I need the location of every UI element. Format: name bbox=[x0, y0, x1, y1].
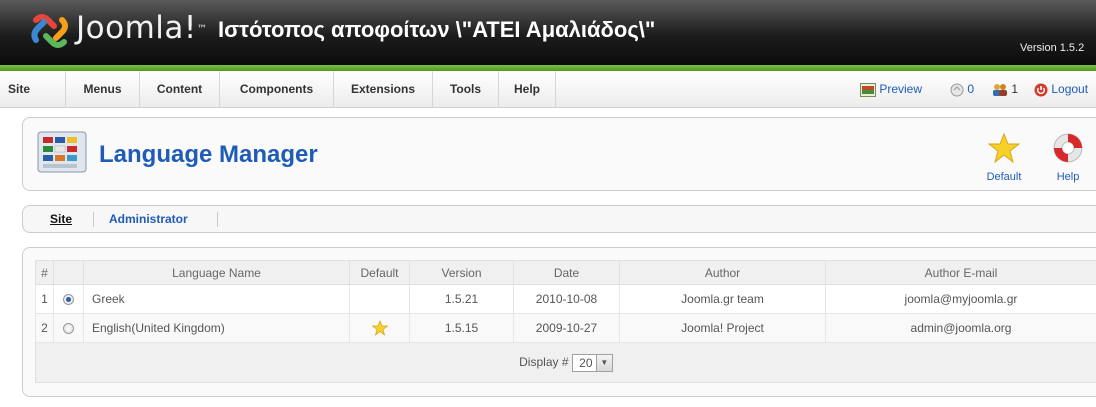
default-button[interactable]: Default bbox=[980, 132, 1028, 183]
joomla-brand: Joomla!™ bbox=[76, 10, 208, 46]
star-icon bbox=[987, 132, 1021, 164]
tab-administrator[interactable]: Administrator bbox=[109, 206, 188, 232]
tab-site[interactable]: Site bbox=[50, 206, 72, 232]
row-number: 1 bbox=[35, 284, 54, 314]
email-cell: joomla@myjoomla.gr bbox=[825, 284, 1096, 314]
column-header-author[interactable]: Author bbox=[619, 260, 826, 285]
email-cell: admin@joomla.org bbox=[825, 313, 1096, 343]
row-select-radio[interactable] bbox=[53, 284, 84, 314]
radio-button[interactable] bbox=[63, 294, 74, 306]
column-header-select bbox=[53, 260, 84, 285]
menu-components[interactable]: Components bbox=[220, 71, 334, 108]
version-cell: 1.5.15 bbox=[409, 313, 514, 343]
messages-icon bbox=[950, 83, 964, 97]
author-cell: Joomla! Project bbox=[619, 313, 826, 343]
column-header-default[interactable]: Default bbox=[349, 260, 410, 285]
date-cell: 2010-10-08 bbox=[513, 284, 620, 314]
default-cell[interactable] bbox=[349, 284, 410, 314]
header-bar: Joomla!™ Ιστότοπος αποφοίτων \"ΑΤΕΙ Αμαλ… bbox=[0, 0, 1096, 65]
radio-button[interactable] bbox=[63, 323, 74, 335]
row-select-radio[interactable] bbox=[53, 313, 84, 343]
display-label: Display # bbox=[519, 354, 569, 369]
column-header-date[interactable]: Date bbox=[513, 260, 620, 285]
version-label: Version 1.5.2 bbox=[1020, 42, 1085, 54]
menu-menus[interactable]: Menus bbox=[66, 71, 140, 108]
language-name: English(United Kingdom) bbox=[83, 313, 350, 343]
column-header-language-name[interactable]: Language Name bbox=[83, 260, 350, 285]
date-cell: 2009-10-27 bbox=[513, 313, 620, 343]
users-status[interactable]: 1 bbox=[992, 71, 1018, 108]
messages-status[interactable]: 0 bbox=[950, 71, 974, 108]
preview-link[interactable]: Preview bbox=[860, 71, 922, 108]
submenu-divider bbox=[93, 212, 94, 227]
preview-icon bbox=[860, 82, 876, 97]
toolbar-panel: Language Manager Default Help bbox=[22, 117, 1096, 191]
site-title: Ιστότοπος αποφοίτων \"ΑΤΕΙ Αμαλιάδος\" bbox=[218, 17, 656, 42]
table-row: 2 English(United Kingdom) 1.5.15 2009-10… bbox=[35, 313, 1096, 343]
column-header-author-email[interactable]: Author E-mail bbox=[825, 260, 1096, 285]
default-star-icon bbox=[370, 319, 389, 336]
default-cell[interactable] bbox=[349, 313, 410, 343]
row-number: 2 bbox=[35, 313, 54, 343]
language-manager-icon bbox=[37, 131, 87, 173]
submenu-divider bbox=[217, 212, 218, 227]
language-table: # Language Name Default Version Date Aut… bbox=[35, 260, 1096, 383]
chevron-down-icon: ▼ bbox=[595, 354, 612, 371]
language-name: Greek bbox=[83, 284, 350, 314]
author-cell: Joomla.gr team bbox=[619, 284, 826, 314]
joomla-logo-icon bbox=[31, 14, 68, 48]
pagination-footer: Display # 20 ▼ bbox=[35, 342, 1096, 383]
column-header-version[interactable]: Version bbox=[409, 260, 514, 285]
version-cell: 1.5.21 bbox=[409, 284, 514, 314]
table-row: 1 Greek 1.5.21 2010-10-08 Joomla.gr team… bbox=[35, 284, 1096, 314]
menu-content[interactable]: Content bbox=[140, 71, 220, 108]
lifebuoy-icon bbox=[1053, 133, 1083, 163]
display-count-select[interactable]: 20 ▼ bbox=[571, 353, 613, 372]
menu-extensions[interactable]: Extensions bbox=[334, 71, 433, 108]
menu-site[interactable]: Site bbox=[0, 71, 66, 108]
column-header-number: # bbox=[35, 260, 54, 285]
language-list-panel: # Language Name Default Version Date Aut… bbox=[22, 247, 1096, 397]
menu-help[interactable]: Help bbox=[499, 71, 556, 108]
page-title: Language Manager bbox=[99, 141, 318, 168]
logout-link[interactable]: Logout bbox=[1034, 71, 1088, 108]
menu-tools[interactable]: Tools bbox=[433, 71, 499, 108]
users-icon bbox=[993, 83, 1007, 96]
logout-icon bbox=[1034, 83, 1048, 97]
submenu-bar: Site Administrator bbox=[22, 205, 1096, 233]
main-menu-bar: Site Menus Content Components Extensions… bbox=[0, 71, 1096, 108]
help-button[interactable]: Help bbox=[1044, 132, 1092, 183]
